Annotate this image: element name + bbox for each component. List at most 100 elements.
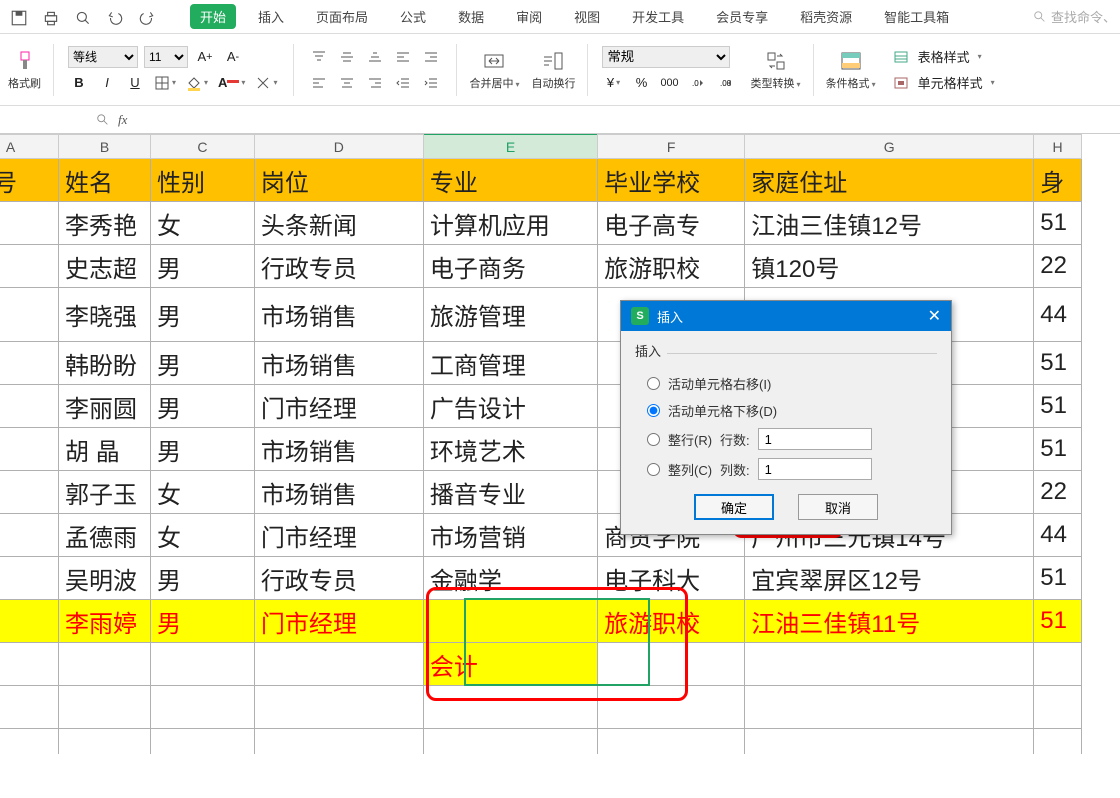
cell[interactable]: 吴明波 — [59, 557, 151, 600]
header-cell[interactable]: 姓名 — [59, 159, 151, 202]
cell[interactable]: 广告设计 — [423, 385, 597, 428]
cell[interactable]: 男 — [151, 385, 255, 428]
cell[interactable]: 市场销售 — [254, 342, 423, 385]
font-name-select[interactable]: 等线 — [68, 46, 138, 68]
col-header-E[interactable]: E — [423, 135, 597, 159]
cell[interactable]: 09 — [0, 557, 59, 600]
cell[interactable]: 环境艺术 — [423, 428, 597, 471]
indent-decrease-icon[interactable] — [392, 72, 414, 94]
font-color-button[interactable]: A▾ — [216, 72, 247, 94]
cell[interactable]: 宜宾翠屏区12号 — [745, 557, 1034, 600]
fill-color-button[interactable]: ▾ — [184, 72, 210, 94]
cell[interactable] — [151, 686, 255, 729]
cell[interactable]: 男 — [151, 288, 255, 342]
cell[interactable]: 07 — [0, 471, 59, 514]
cell[interactable]: 行政专员 — [254, 557, 423, 600]
cell[interactable]: 08 — [0, 514, 59, 557]
cell[interactable]: 头条新闻 — [254, 202, 423, 245]
close-icon[interactable]: ✕ — [928, 306, 941, 326]
header-cell[interactable]: 编号 — [0, 159, 59, 202]
header-cell[interactable]: 毕业学校 — [598, 159, 745, 202]
cell[interactable] — [151, 729, 255, 755]
cell[interactable]: 51 — [1034, 600, 1082, 643]
indent-increase-icon[interactable] — [420, 72, 442, 94]
italic-button[interactable]: I — [96, 72, 118, 94]
cell[interactable]: 韩盼盼 — [59, 342, 151, 385]
col-header-B[interactable]: B — [59, 135, 151, 159]
table-style-icon[interactable] — [890, 46, 912, 68]
align-center-icon[interactable] — [336, 72, 358, 94]
cell[interactable] — [1034, 729, 1082, 755]
col-header-G[interactable]: G — [745, 135, 1034, 159]
col-header-A[interactable]: A — [0, 135, 59, 159]
header-cell[interactable]: 性别 — [151, 159, 255, 202]
orient-right-icon[interactable] — [420, 46, 442, 68]
cancel-button[interactable]: 取消 — [798, 494, 878, 520]
cell[interactable] — [598, 686, 745, 729]
increase-font-icon[interactable]: A+ — [194, 46, 216, 68]
cell[interactable]: 51 — [1034, 342, 1082, 385]
cell[interactable]: 男 — [151, 428, 255, 471]
align-left-icon[interactable] — [308, 72, 330, 94]
cell[interactable]: 市场营销 — [423, 514, 597, 557]
cell[interactable] — [0, 643, 59, 686]
cell[interactable]: 旅游职校 — [598, 600, 745, 643]
cell[interactable]: 行政专员 — [254, 245, 423, 288]
cell[interactable]: 史志超 — [59, 245, 151, 288]
cell[interactable]: 10 — [0, 600, 59, 643]
align-middle-icon[interactable] — [336, 46, 358, 68]
cell[interactable] — [745, 729, 1034, 755]
align-right-icon[interactable] — [364, 72, 386, 94]
cell[interactable] — [59, 729, 151, 755]
undo-icon[interactable] — [106, 9, 124, 27]
cell[interactable]: 江油三佳镇12号 — [745, 202, 1034, 245]
menu-tab-1[interactable]: 插入 — [248, 4, 294, 29]
clear-format-button[interactable]: ▾ — [253, 72, 279, 94]
col-header-D[interactable]: D — [254, 135, 423, 159]
cell[interactable]: 旅游管理 — [423, 288, 597, 342]
cell[interactable] — [423, 600, 597, 643]
rows-input[interactable] — [758, 428, 872, 450]
cell[interactable]: 郭子玉 — [59, 471, 151, 514]
header-cell[interactable]: 专业 — [423, 159, 597, 202]
cell[interactable]: 门市经理 — [254, 600, 423, 643]
save-icon[interactable] — [10, 9, 28, 27]
dialog-titlebar[interactable]: S 插入 ✕ — [621, 301, 951, 331]
cell[interactable]: 22 — [1034, 245, 1082, 288]
cell[interactable]: 51 — [1034, 557, 1082, 600]
cell[interactable] — [254, 643, 423, 686]
cell[interactable] — [0, 729, 59, 755]
header-cell[interactable]: 家庭住址 — [745, 159, 1034, 202]
menu-tab-10[interactable]: 智能工具箱 — [874, 4, 959, 29]
cell[interactable]: 工商管理 — [423, 342, 597, 385]
merge-center-button[interactable]: 合并居中▾ — [465, 49, 523, 91]
menu-tab-6[interactable]: 视图 — [564, 4, 610, 29]
comma-icon[interactable]: 000 — [658, 72, 680, 94]
cell[interactable]: 市场销售 — [254, 471, 423, 514]
cell[interactable]: 05 — [0, 385, 59, 428]
menu-tab-8[interactable]: 会员专享 — [706, 4, 778, 29]
menu-tab-4[interactable]: 数据 — [448, 4, 494, 29]
header-cell[interactable]: 岗位 — [254, 159, 423, 202]
align-top-icon[interactable] — [308, 46, 330, 68]
cell[interactable] — [745, 686, 1034, 729]
name-box[interactable] — [6, 109, 88, 131]
align-bottom-icon[interactable] — [364, 46, 386, 68]
cell[interactable] — [598, 643, 745, 686]
cell[interactable]: 男 — [151, 342, 255, 385]
col-header-C[interactable]: C — [151, 135, 255, 159]
opt-entire-col[interactable]: 整列(C) 列数: — [647, 458, 937, 480]
menu-tab-0[interactable]: 开始 — [190, 4, 236, 29]
cell[interactable] — [59, 686, 151, 729]
cell[interactable]: 孟德雨 — [59, 514, 151, 557]
percent-icon[interactable]: % — [630, 72, 652, 94]
cell[interactable]: 女 — [151, 514, 255, 557]
col-header-F[interactable]: F — [598, 135, 745, 159]
radio-shift-down[interactable] — [647, 404, 660, 417]
redo-icon[interactable] — [138, 9, 156, 27]
cell[interactable]: 51 — [1034, 385, 1082, 428]
cell[interactable]: 镇120号 — [745, 245, 1034, 288]
cell-style-label[interactable]: 单元格样式 — [918, 73, 983, 92]
decrease-font-icon[interactable]: A- — [222, 46, 244, 68]
cell[interactable]: 李秀艳 — [59, 202, 151, 245]
